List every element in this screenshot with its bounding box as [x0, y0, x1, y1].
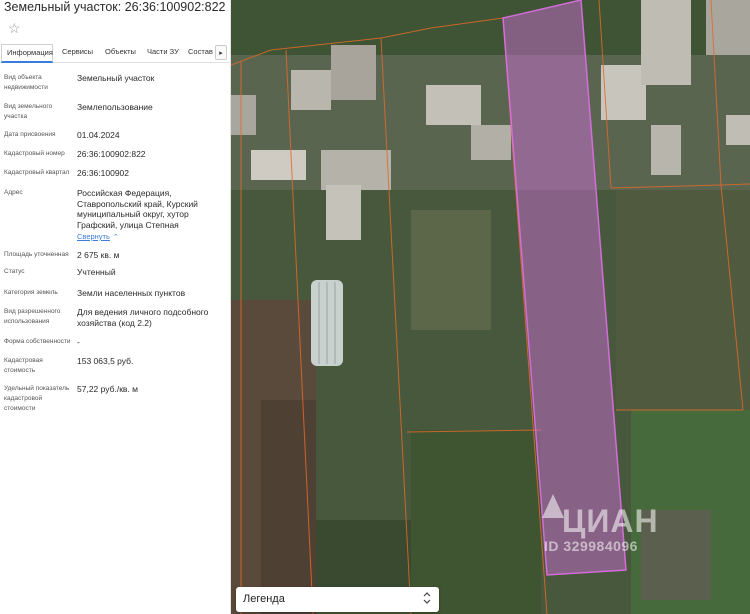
info-panel: Земельный участок: 26:36:100902:822 ☆ Ин… [0, 0, 231, 614]
tabs-next-icon[interactable]: ▸ [215, 45, 227, 60]
dropdown-arrows-icon [423, 591, 431, 607]
field-value: 153 063,5 руб. [77, 356, 134, 366]
field-label: Вид разрешенного использования [4, 308, 61, 325]
field-label: Вид объекта недвижимости [4, 74, 48, 91]
legend-label: Легенда [243, 593, 285, 605]
cian-watermark: ЦИАН ID 329984096 [538, 488, 688, 558]
watermark-id: ID 329984096 [544, 538, 638, 554]
field-value: Учтенный [77, 267, 116, 277]
chevron-up-icon[interactable]: ⌃ [113, 234, 119, 241]
legend-dropdown[interactable]: Легенда [236, 587, 439, 612]
field-value: Земли населенных пунктов [77, 288, 186, 298]
field-label: Площадь уточненная [4, 251, 69, 258]
field-value: 26:36:100902:822 [77, 149, 146, 159]
field-value: 01.04.2024 [77, 130, 120, 140]
field-value: Российская Федерация, Ставропольский кра… [77, 188, 227, 244]
tab-objects[interactable]: Объекты [105, 47, 136, 56]
favorite-star-icon[interactable]: ☆ [8, 20, 21, 37]
address-text: Российская Федерация, Ставропольский кра… [77, 188, 198, 230]
field-value: Землепользование [77, 102, 153, 112]
field-label: Кадастровый номер [4, 150, 65, 157]
collapse-link[interactable]: Свернуть [77, 232, 110, 243]
tab-services[interactable]: Сервисы [62, 47, 93, 56]
field-label: Дата присвоения [4, 131, 56, 138]
field-label: Вид земельного участка [4, 103, 53, 120]
tab-information[interactable]: Информация [1, 44, 53, 63]
field-value: 57,22 руб./кв. м [77, 384, 139, 394]
field-label: Кадастровый квартал [4, 169, 70, 176]
field-label: Категория земель [4, 289, 58, 296]
field-value: - [77, 337, 80, 347]
field-value: Для ведения личного подсобного хозяйства… [77, 307, 209, 328]
watermark-brand: ЦИАН [562, 503, 659, 539]
tab-bar: Информация Сервисы Объекты Части ЗУ Сост… [0, 43, 231, 63]
field-value: 26:36:100902 [77, 168, 129, 178]
field-value: Земельный участок [77, 73, 155, 83]
tab-composition[interactable]: Состав [188, 47, 213, 56]
panel-title: Земельный участок: 26:36:100902:822 [4, 0, 226, 14]
tab-land-parts[interactable]: Части ЗУ [147, 47, 179, 56]
field-label: Статус [4, 268, 25, 275]
field-label: Удельный показатель кадастровой стоимост… [4, 385, 70, 412]
field-label: Кадастровая стоимость [4, 357, 43, 374]
field-value: 2 675 кв. м [77, 250, 120, 260]
field-label: Адрес [4, 189, 23, 196]
field-label: Форма собственности [4, 338, 71, 345]
